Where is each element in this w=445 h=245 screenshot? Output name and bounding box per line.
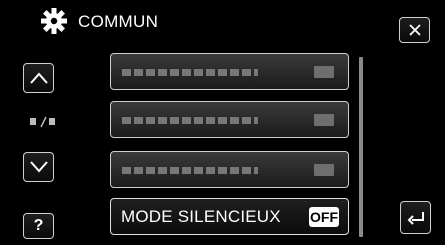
menu-item-1[interactable] bbox=[110, 53, 349, 90]
menu-item-value-placeholder bbox=[314, 66, 334, 78]
menu-item-label-placeholder bbox=[122, 167, 258, 174]
menu-item-3[interactable] bbox=[110, 151, 349, 188]
menu-item-value-placeholder bbox=[314, 114, 334, 126]
back-arrow-icon bbox=[407, 211, 424, 225]
scrollbar[interactable] bbox=[359, 57, 363, 237]
close-button[interactable] bbox=[399, 17, 430, 43]
page-indicator bbox=[30, 116, 55, 128]
help-button[interactable]: ? bbox=[23, 213, 54, 239]
menu-item-value-placeholder bbox=[314, 164, 334, 176]
chevron-up-icon bbox=[29, 72, 48, 84]
page-title: COMMUN bbox=[78, 12, 159, 31]
chevron-down-icon bbox=[29, 161, 48, 173]
scroll-up-button[interactable] bbox=[23, 63, 54, 93]
menu-item-label-placeholder bbox=[122, 69, 258, 76]
back-button[interactable] bbox=[400, 201, 431, 234]
header: COMMUN bbox=[0, 0, 445, 40]
menu-item-silent-mode[interactable]: MODE SILENCIEUX OFF bbox=[110, 198, 349, 235]
menu-item-label: MODE SILENCIEUX bbox=[121, 207, 281, 226]
close-icon bbox=[408, 24, 421, 36]
status-badge: OFF bbox=[309, 207, 339, 227]
gear-icon bbox=[41, 8, 67, 34]
menu-item-2[interactable] bbox=[110, 101, 349, 138]
help-label: ? bbox=[33, 217, 44, 234]
scroll-down-button[interactable] bbox=[23, 152, 54, 182]
menu-item-label-placeholder bbox=[122, 117, 258, 124]
